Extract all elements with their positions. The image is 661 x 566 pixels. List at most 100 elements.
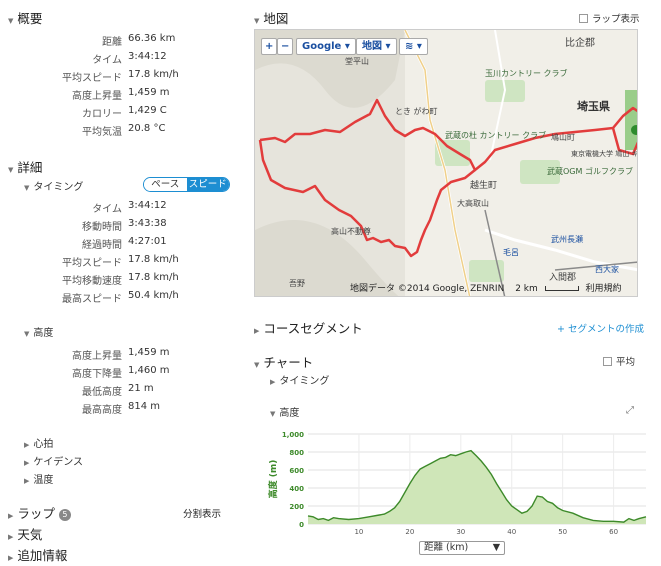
overview-row: 距離 66.36 km: [102, 33, 176, 48]
expand-icon: ▶: [254, 327, 260, 335]
map-canvas: 比企郡 埼玉県 とき がわ町 武蔵の杜 カントリー クラブ 越生町 鳩山町 高山…: [255, 30, 638, 296]
elevation-chart: 0 200 400 600 800 1,000 10 20 30 40 50 60 高度 (m): [258, 420, 648, 558]
timing-row: タイム 3:44:12: [92, 200, 167, 215]
x-tick-label: 30: [456, 528, 465, 536]
collapse-icon: ▼: [270, 410, 276, 418]
chart-header[interactable]: ▼ チャート: [254, 352, 313, 371]
map-label: 毛呂: [503, 247, 519, 257]
layers-button[interactable]: ≋ ▾: [399, 38, 428, 55]
chart-elevation-header[interactable]: ▼ 高度: [270, 404, 299, 419]
overview-row: 高度上昇量 1,459 m: [72, 87, 170, 102]
expand-icon: ▶: [8, 512, 14, 520]
overview-title: 概要: [17, 11, 43, 26]
map-provider-dropdown[interactable]: Google ▾: [296, 38, 356, 55]
x-tick-label: 40: [507, 528, 516, 536]
map-scale: 2 km: [515, 284, 538, 294]
collapse-icon: ▼: [24, 330, 30, 338]
elevation-chart-svg: 0 200 400 600 800 1,000 10 20 30 40 50 60 高度 (m): [267, 431, 647, 536]
chevron-down-icon: ▾: [385, 41, 391, 52]
expand-icon: ▶: [8, 533, 14, 541]
extra-info-header[interactable]: ▶ 追加情報: [8, 545, 67, 564]
expand-icon: ▶: [24, 459, 30, 467]
route-map[interactable]: 比企郡 埼玉県 とき がわ町 武蔵の杜 カントリー クラブ 越生町 鳩山町 高山…: [254, 29, 638, 297]
map-label: 越生町: [470, 179, 497, 191]
checkbox-icon: [579, 14, 588, 23]
x-axis-select[interactable]: 距離 (km) ▼: [419, 541, 505, 555]
zoom-out-button[interactable]: −: [277, 38, 294, 55]
chevron-down-icon: ▼: [492, 542, 500, 553]
collapse-icon: ▼: [254, 17, 260, 25]
pace-option[interactable]: ペース: [144, 178, 187, 191]
weather-title: 天気: [17, 527, 43, 542]
scale-bar: [544, 286, 579, 291]
x-tick-label: 50: [558, 528, 567, 536]
map-label: 東京電機大学 鳩山 キャンパス: [571, 149, 638, 158]
map-label: 吾野: [289, 279, 305, 288]
timing-header[interactable]: ▼ タイミング: [24, 178, 83, 193]
map-label: とき がわ町: [395, 106, 438, 116]
overview-row: カロリー 1,429 C: [82, 105, 167, 120]
chart-timing-header[interactable]: ▶ タイミング: [270, 372, 329, 387]
map-label: 玉川カントリー クラブ: [485, 68, 568, 78]
map-label: 鳩山町: [551, 132, 575, 142]
expand-icon: ▶: [24, 477, 30, 485]
timing-row: 平均移動速度 17.8 km/h: [62, 272, 179, 287]
course-segment-header[interactable]: ▶ コースセグメント: [254, 318, 363, 337]
split-view-link[interactable]: 分割表示: [183, 506, 221, 520]
chevron-down-icon: ▾: [416, 41, 422, 52]
x-tick-label: 20: [405, 528, 414, 536]
map-header[interactable]: ▼ 地図: [254, 8, 288, 27]
map-label: 武州長瀬: [551, 234, 583, 244]
map-label: 西大家: [595, 264, 619, 274]
weather-header[interactable]: ▶ 天気: [8, 524, 42, 543]
cadence-header[interactable]: ▶ ケイデンス: [24, 453, 83, 468]
expand-icon: ▶: [270, 378, 276, 386]
course-segment-title: コースセグメント: [263, 321, 363, 336]
laps-header[interactable]: ▶ ラップ 5: [8, 503, 71, 522]
y-axis-label: 高度 (m): [267, 460, 279, 499]
map-label: 武蔵の杜 カントリー クラブ: [445, 130, 546, 140]
overview-header[interactable]: ▼ 概要: [8, 8, 42, 27]
chart-title: チャート: [263, 355, 314, 370]
map-label: 比企郡: [565, 36, 595, 49]
y-tick-label: 800: [289, 449, 304, 457]
overview-row: タイム 3:44:12: [92, 51, 167, 66]
elevation-row: 最高高度 814 m: [82, 401, 161, 416]
y-tick-label: 600: [289, 467, 304, 475]
y-tick-label: 200: [289, 503, 304, 511]
terms-link[interactable]: 利用規約: [586, 284, 622, 294]
average-checkbox[interactable]: 平均: [603, 354, 635, 368]
map-type-dropdown[interactable]: 地図 ▾: [356, 38, 397, 55]
map-label: 埼玉県: [577, 99, 610, 113]
details-title: 詳細: [17, 160, 43, 175]
overview-row: 平均スピード 17.8 km/h: [62, 69, 179, 84]
create-segment-link[interactable]: + セグメントの作成: [557, 321, 644, 335]
expand-icon: ▶: [24, 441, 30, 449]
y-tick-label: 0: [299, 521, 304, 529]
heart-rate-header[interactable]: ▶ 心拍: [24, 435, 53, 450]
timing-row: 平均スピード 17.8 km/h: [62, 254, 179, 269]
details-header[interactable]: ▼ 詳細: [8, 157, 42, 176]
x-tick-label: 10: [354, 528, 363, 536]
elevation-row: 高度上昇量 1,459 m: [72, 347, 170, 362]
y-tick-label: 400: [289, 485, 304, 493]
laps-title: ラップ: [17, 506, 55, 521]
zoom-in-button[interactable]: +: [261, 38, 278, 55]
pace-speed-toggle[interactable]: ペース スピード: [143, 177, 230, 192]
checkbox-icon: [603, 357, 612, 366]
lap-display-checkbox[interactable]: ラップ表示: [579, 11, 640, 25]
collapse-icon: ▼: [24, 184, 30, 192]
chevron-down-icon: ▾: [344, 41, 350, 52]
expand-chart-icon[interactable]: ⤢: [626, 405, 634, 416]
extra-info-title: 追加情報: [17, 548, 68, 563]
elevation-title: 高度: [33, 328, 54, 339]
speed-option[interactable]: スピード: [186, 178, 229, 191]
elevation-header[interactable]: ▼ 高度: [24, 324, 53, 339]
map-attribution: 地図データ ©2014 Google, ZENRIN: [350, 284, 505, 294]
temperature-header[interactable]: ▶ 温度: [24, 471, 53, 486]
map-label: 大高取山: [457, 198, 489, 208]
collapse-icon: ▼: [8, 17, 14, 25]
y-tick-label: 1,000: [282, 431, 304, 439]
x-tick-label: 60: [609, 528, 618, 536]
overview-row: 平均気温 20.8 °C: [82, 123, 166, 138]
